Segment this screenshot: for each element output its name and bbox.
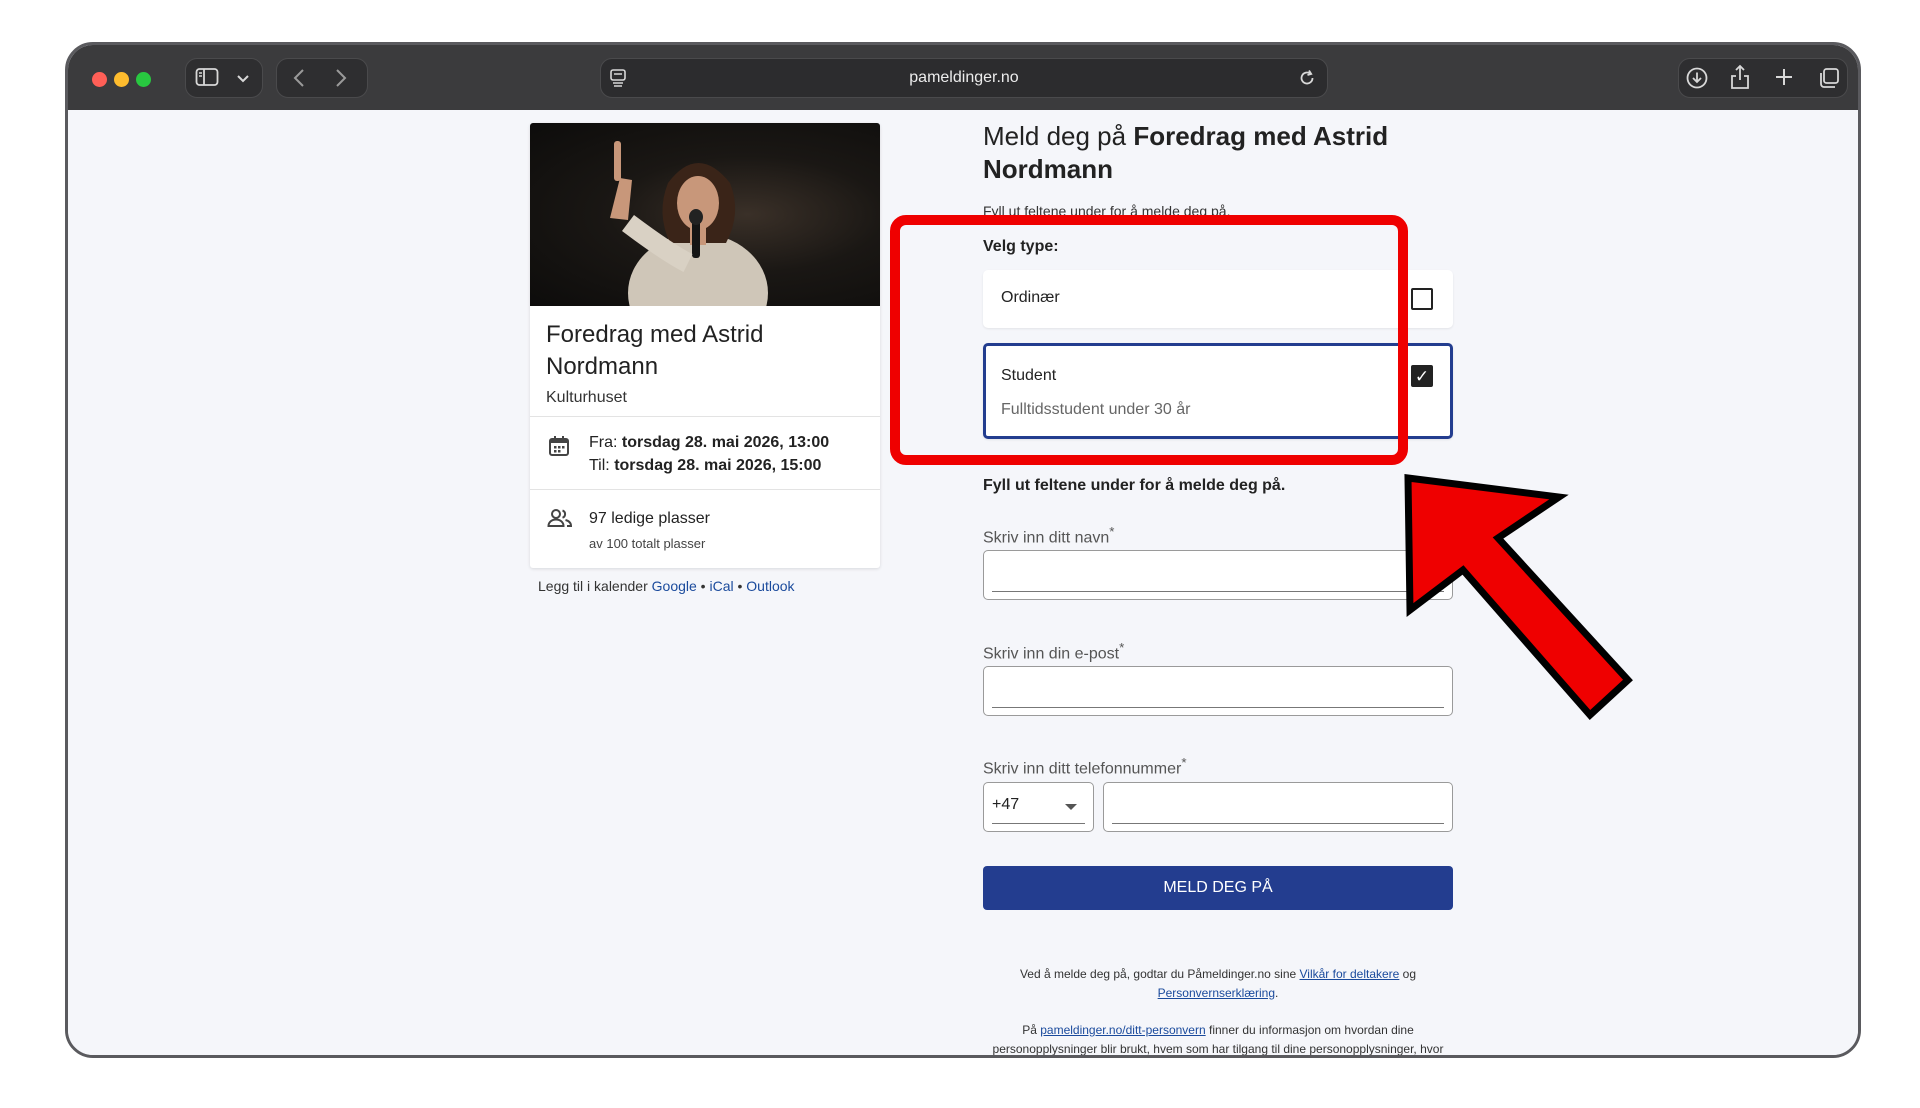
from-value: torsdag 28. mai 2026, 13:00: [621, 434, 830, 451]
seats-available: 97 ledige plasser: [589, 510, 710, 527]
link-separator: •: [733, 578, 747, 594]
calendar-prefix: Legg til i kalender: [538, 578, 652, 594]
required-mark: *: [1119, 640, 1125, 655]
back-icon[interactable]: [290, 67, 310, 93]
event-from: Fra: torsdag 28. mai 2026, 13:00: [589, 434, 829, 452]
tab-overview-icon[interactable]: [1817, 66, 1841, 94]
required-mark: *: [1181, 755, 1187, 770]
country-code-select[interactable]: +47: [983, 782, 1094, 832]
input-underline: [992, 707, 1444, 708]
phone-label: Skriv inn ditt telefonnummer*: [983, 755, 1187, 778]
email-label: Skriv inn din e-post*: [983, 640, 1124, 663]
to-label: Til:: [589, 457, 615, 474]
new-tab-icon[interactable]: [1774, 67, 1794, 91]
add-to-calendar: Legg til i kalender Google • iCal • Outl…: [538, 578, 795, 594]
reload-icon[interactable]: [1297, 68, 1317, 92]
email-input[interactable]: [983, 666, 1453, 716]
privacy-text-1: På: [1022, 1023, 1041, 1037]
submit-button[interactable]: MELD DEG PÅ: [983, 866, 1453, 910]
required-mark: *: [1109, 524, 1115, 539]
terms-text-2: og: [1399, 967, 1417, 981]
privacy-text: På pameldinger.no/ditt-personvern finner…: [983, 1021, 1453, 1055]
seats-total: av 100 totalt plasser: [589, 536, 706, 551]
share-icon[interactable]: [1729, 64, 1751, 94]
input-underline: [992, 823, 1085, 824]
privacy-info-link[interactable]: pameldinger.no/ditt-personvern: [1040, 1023, 1205, 1037]
event-venue: Kulturhuset: [546, 389, 627, 406]
terms-text: Ved å melde deg på, godtar du Påmeldinge…: [983, 965, 1453, 1003]
url-text[interactable]: pameldinger.no: [601, 69, 1327, 87]
highlight-box: [890, 215, 1408, 465]
download-icon[interactable]: [1685, 66, 1709, 94]
participant-terms-link[interactable]: Vilkår for deltakere: [1300, 967, 1400, 981]
student-checkbox-checked[interactable]: ✓: [1411, 365, 1433, 387]
name-label-text: Skriv inn ditt navn: [983, 529, 1110, 547]
event-title: Foredrag med Astrid Nordmann: [546, 321, 764, 380]
forward-icon[interactable]: [330, 67, 350, 93]
minimize-window-button[interactable]: [114, 72, 129, 87]
address-bar[interactable]: pameldinger.no: [600, 58, 1328, 98]
fields-heading: Fyll ut feltene under for å melde deg på…: [983, 477, 1286, 494]
people-icon: [547, 508, 573, 533]
link-separator: •: [696, 578, 710, 594]
dropdown-arrow-icon: [1065, 804, 1077, 810]
pointer-arrow-icon: [1404, 474, 1633, 721]
event-photo: [530, 123, 880, 353]
country-code-value: +47: [992, 796, 1020, 813]
phone-label-text: Skriv inn ditt telefonnummer: [983, 760, 1182, 778]
zoom-window-button[interactable]: [136, 72, 151, 87]
outlook-link[interactable]: Outlook: [746, 578, 794, 594]
name-label: Skriv inn ditt navn*: [983, 524, 1114, 547]
card-divider: [530, 489, 880, 490]
terms-text-1: Ved å melde deg på, godtar du Påmeldinge…: [1019, 967, 1300, 981]
chevron-down-icon[interactable]: [236, 69, 250, 89]
input-underline: [992, 591, 1444, 592]
sidebar-icon[interactable]: [195, 67, 219, 91]
form-title: Meld deg på Foredrag med Astrid Nordmann: [983, 120, 1443, 186]
input-underline: [1112, 823, 1444, 824]
event-to: Til: torsdag 28. mai 2026, 15:00: [589, 457, 821, 475]
browser-toolbar: pameldinger.no: [68, 45, 1858, 110]
speaker-illustration: [610, 141, 768, 353]
title-prefix: Meld deg på: [983, 121, 1134, 151]
google-calendar-link[interactable]: Google: [652, 578, 697, 594]
card-divider: [530, 416, 880, 417]
calendar-icon: [547, 434, 571, 463]
email-label-text: Skriv inn din e-post: [983, 645, 1120, 663]
name-input[interactable]: [983, 550, 1453, 600]
terms-text-3: .: [1275, 986, 1279, 1000]
ical-link[interactable]: iCal: [709, 578, 733, 594]
close-window-button[interactable]: [92, 72, 107, 87]
phone-input[interactable]: [1103, 782, 1453, 832]
ordinary-checkbox[interactable]: [1411, 288, 1433, 310]
to-value: torsdag 28. mai 2026, 15:00: [614, 457, 822, 474]
privacy-policy-link[interactable]: Personvernserklæring: [1158, 986, 1275, 1000]
from-label: Fra:: [589, 434, 622, 451]
event-card: Foredrag med Astrid Nordmann Kulturhuset…: [530, 123, 880, 568]
